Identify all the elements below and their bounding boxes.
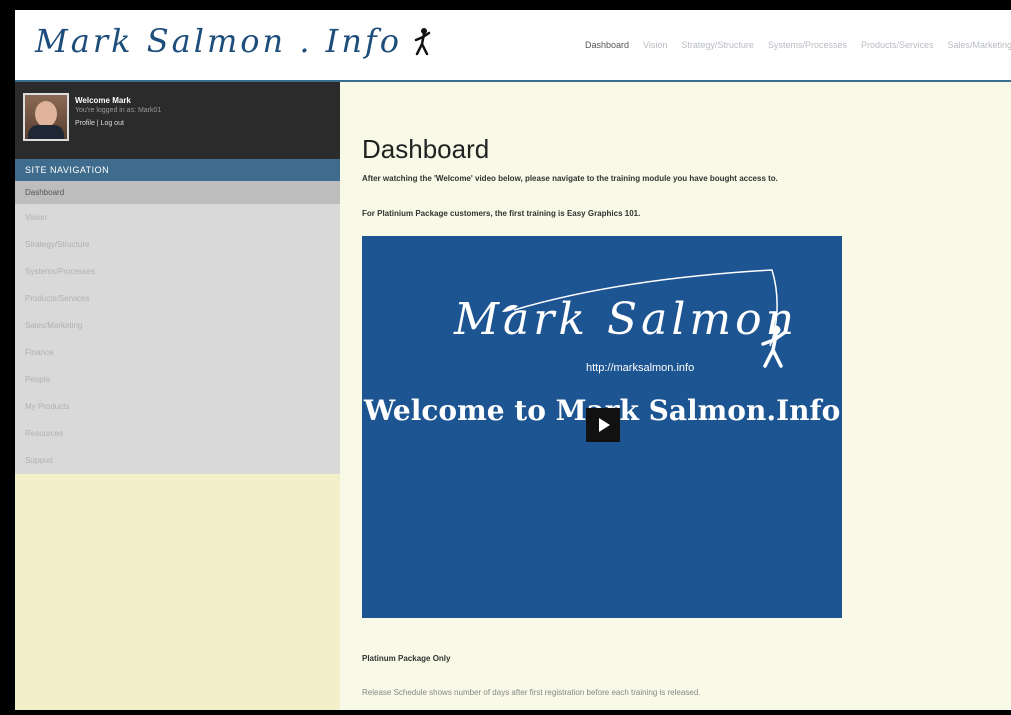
main-content: Dashboard After watching the 'Welcome' v… — [340, 82, 1011, 710]
sidebar-item-sales[interactable]: Sales/Marketing — [15, 312, 340, 339]
sidebar-item-dashboard[interactable]: Dashboard — [15, 181, 340, 204]
sidebar-item-finance[interactable]: Finance — [15, 339, 340, 366]
topnav-vision[interactable]: Vision — [643, 40, 667, 50]
sidebar-item-my-products[interactable]: My Products — [15, 393, 340, 420]
sidebar: Welcome Mark You're logged in as: Mark01… — [15, 82, 340, 710]
release-schedule-note: Release Schedule shows number of days af… — [362, 688, 701, 697]
fisherman-icon — [761, 325, 786, 368]
profile-logout-links[interactable]: Profile | Log out — [75, 120, 124, 127]
sidebar-item-people[interactable]: People — [15, 366, 340, 393]
browser-frame: Mark Salmon . Info Dashboard Vision Stra… — [15, 10, 1011, 710]
sidebar-item-support[interactable]: Support — [15, 447, 340, 474]
sidebar-item-strategy[interactable]: Strategy/Structure — [15, 231, 340, 258]
sidebar-item-resources[interactable]: Resources — [15, 420, 340, 447]
site-navigation: Dashboard Vision Strategy/Structure Syst… — [15, 181, 340, 474]
user-panel: Welcome Mark You're logged in as: Mark01… — [15, 82, 340, 159]
intro-text: After watching the 'Welcome' video below… — [362, 174, 778, 183]
play-icon — [599, 418, 610, 432]
welcome-text: Welcome Mark — [75, 96, 131, 105]
logo-text: Mark Salmon . Info — [35, 22, 403, 60]
sidebar-item-systems[interactable]: Systems/Processes — [15, 258, 340, 285]
site-header: Mark Salmon . Info Dashboard Vision Stra… — [15, 10, 1011, 82]
top-nav: Dashboard Vision Strategy/Structure Syst… — [585, 40, 1011, 50]
site-navigation-heading: SITE NAVIGATION — [15, 159, 340, 181]
video-logo-text: Mark Salmon — [454, 294, 798, 345]
topnav-strategy[interactable]: Strategy/Structure — [681, 40, 754, 50]
avatar — [23, 93, 69, 141]
page-title: Dashboard — [362, 134, 490, 164]
topnav-sales[interactable]: Sales/Marketing — [948, 40, 1011, 50]
video-url-text: http://marksalmon.info — [586, 362, 695, 374]
topnav-dashboard[interactable]: Dashboard — [585, 40, 629, 50]
site-logo[interactable]: Mark Salmon . Info — [35, 22, 432, 60]
sidebar-item-vision[interactable]: Vision — [15, 204, 340, 231]
platinum-note: For Platinium Package customers, the fir… — [362, 209, 641, 218]
platinum-only-label: Platinum Package Only — [362, 654, 451, 663]
topnav-systems[interactable]: Systems/Processes — [768, 40, 847, 50]
topnav-products[interactable]: Products/Services — [861, 40, 934, 50]
logged-in-text: You're logged in as: Mark01 — [75, 107, 162, 114]
fisherman-icon — [414, 28, 431, 56]
sidebar-item-products[interactable]: Products/Services — [15, 285, 340, 312]
play-button[interactable] — [586, 408, 620, 442]
welcome-video[interactable]: Mark Salmon http://marksalmon.info Welco… — [362, 236, 842, 618]
